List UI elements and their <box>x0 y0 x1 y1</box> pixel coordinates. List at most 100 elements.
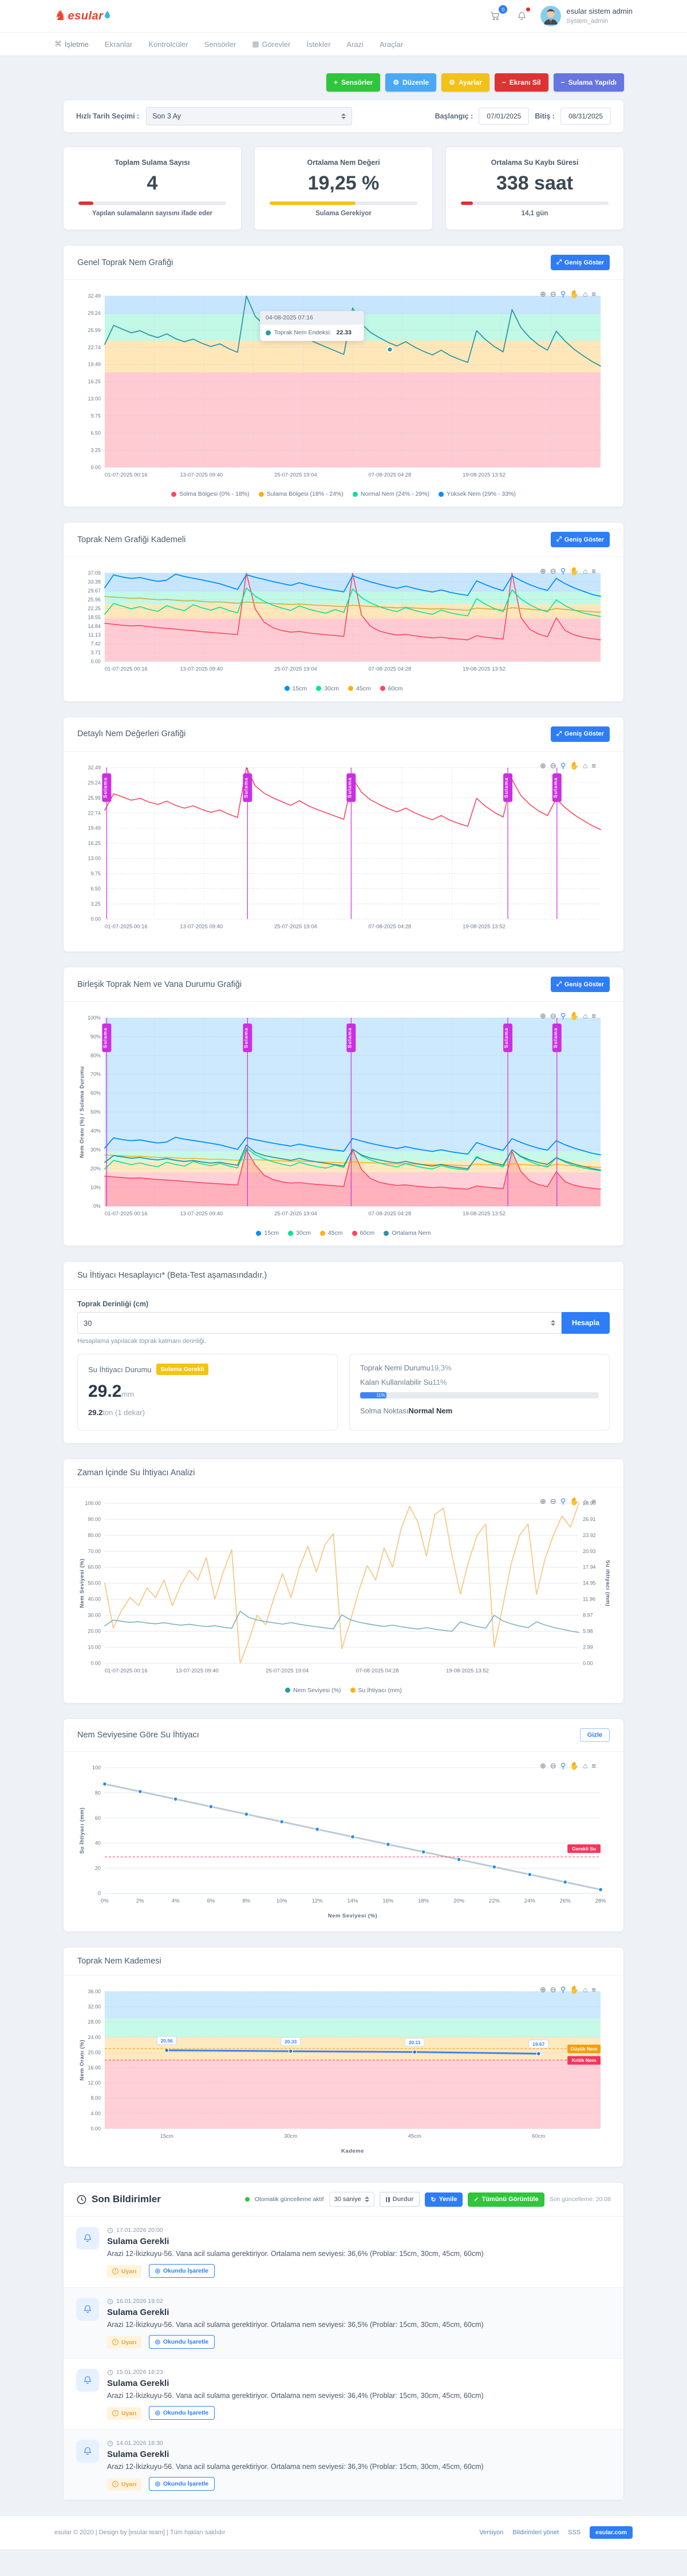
depth-input[interactable]: 30 <box>77 1312 562 1334</box>
legend-item[interactable]: 45cm <box>348 685 371 692</box>
zoom-out-icon[interactable]: ⊖ <box>550 762 556 769</box>
expand-chart-button[interactable]: ⤢Geniş Göster <box>551 726 610 742</box>
combined-valve-chart[interactable]: 100%90%80%70%60%50%40%30%20%10%0%01-07-2… <box>77 1010 610 1224</box>
cart-button[interactable]: 0 <box>488 9 503 23</box>
zoom-in-icon[interactable]: ⊕ <box>540 290 546 298</box>
nav-item-sensorler[interactable]: Sensörler <box>204 40 236 49</box>
legend-item[interactable]: 30cm <box>288 1230 311 1236</box>
menu-icon[interactable]: ≡ <box>591 1012 596 1020</box>
update-interval-select[interactable]: 30 saniye <box>329 2192 374 2207</box>
zoom-out-icon[interactable]: ⊖ <box>550 1986 556 1993</box>
legend-item[interactable]: Ortalama Nem <box>384 1230 431 1236</box>
legend-item[interactable]: 45cm <box>320 1230 343 1236</box>
pan-icon[interactable]: ✋ <box>570 1986 579 1993</box>
legend-item[interactable]: 15cm <box>285 685 307 692</box>
home-icon[interactable]: ⌂ <box>583 1986 588 1993</box>
menu-icon[interactable]: ≡ <box>591 290 596 298</box>
nav-item-isletme[interactable]: ⌘İşletme <box>54 39 89 49</box>
legend-item[interactable]: Yüksek Nem (29% - 33%) <box>439 491 516 497</box>
edit-button[interactable]: ⚙Düzenle <box>385 73 436 92</box>
zoom-in-icon[interactable]: ⊕ <box>540 1012 546 1020</box>
zoom-out-icon[interactable]: ⊖ <box>550 1498 556 1505</box>
menu-icon[interactable]: ≡ <box>591 1986 596 1993</box>
staged-moisture-chart[interactable]: 37.0933.3829.6725.9622.2518.5514.8411.13… <box>77 565 610 679</box>
pause-updates-button[interactable]: Durdur <box>380 2192 420 2207</box>
legend-item[interactable]: Sulama Bölgesi (18% - 24%) <box>259 491 344 497</box>
pan-icon[interactable]: ✋ <box>570 1498 579 1505</box>
chart-canvas[interactable]: 32.4929.2425.9922.7419.4916.2513.009.756… <box>77 760 610 934</box>
nav-item-arazi[interactable]: Arazi <box>346 40 364 49</box>
menu-icon[interactable]: ≡ <box>591 1762 596 1769</box>
nav-item-kontrolculer[interactable]: Kontrolcüler <box>148 40 188 49</box>
selection-zoom-icon[interactable]: ⚲ <box>560 290 566 298</box>
legend-item[interactable]: 15cm <box>256 1230 279 1236</box>
pan-icon[interactable]: ✋ <box>570 290 579 298</box>
selection-zoom-icon[interactable]: ⚲ <box>560 567 566 575</box>
settings-button[interactable]: ⚙Ayarlar <box>441 73 489 92</box>
chart-canvas[interactable]: 37.0933.3829.6725.9622.2518.5514.8411.13… <box>77 565 610 677</box>
menu-icon[interactable]: ≡ <box>591 762 596 769</box>
view-all-button[interactable]: ✓Tümünü Görüntüle <box>468 2192 544 2207</box>
nav-item-araclar[interactable]: Araçlar <box>380 40 403 49</box>
nav-item-gorevler[interactable]: ▦Görevler <box>252 39 290 49</box>
site-link-button[interactable]: esular.com <box>590 2526 633 2539</box>
legend-item[interactable]: Nem Seviyesi (%) <box>285 1687 341 1694</box>
home-icon[interactable]: ⌂ <box>583 1012 588 1020</box>
expand-chart-button[interactable]: ⤢Geniş Göster <box>551 255 610 270</box>
home-icon[interactable]: ⌂ <box>583 290 588 298</box>
irrigation-done-button[interactable]: −Sulama Yapıldı <box>554 73 625 92</box>
zoom-out-icon[interactable]: ⊖ <box>550 290 556 298</box>
nav-item-ekranlar[interactable]: Ekranlar <box>105 40 132 49</box>
home-icon[interactable]: ⌂ <box>583 1762 588 1769</box>
user-menu[interactable]: esular sistem admin System_admin <box>540 6 633 26</box>
zoom-out-icon[interactable]: ⊖ <box>550 1762 556 1769</box>
legend-item[interactable]: Solma Bölgesi (0% - 18%) <box>171 491 250 497</box>
mark-read-button[interactable]: ◎Okundu İşaretle <box>149 2406 215 2420</box>
zoom-in-icon[interactable]: ⊕ <box>540 567 546 575</box>
nav-item-istekler[interactable]: İstekler <box>307 40 331 49</box>
expand-chart-button[interactable]: ⤢Geniş Göster <box>551 532 610 547</box>
mark-read-button[interactable]: ◎Okundu İşaretle <box>149 2335 215 2349</box>
delete-screen-button[interactable]: −Ekranı Sil <box>495 73 548 92</box>
chart-canvas[interactable]: 100%90%80%70%60%50%40%30%20%10%0%01-07-2… <box>77 1010 610 1221</box>
pan-icon[interactable]: ✋ <box>570 1762 579 1769</box>
footer-link-faq[interactable]: SSS <box>568 2529 581 2536</box>
pan-icon[interactable]: ✋ <box>570 1012 579 1020</box>
expand-chart-button[interactable]: ⤢Geniş Göster <box>551 977 610 992</box>
zoom-in-icon[interactable]: ⊕ <box>540 1762 546 1769</box>
need-by-moisture-chart[interactable]: 1008060402000%2%4%6%8%10%12%14%16%18%20%… <box>77 1760 610 1922</box>
home-icon[interactable]: ⌂ <box>583 1498 588 1505</box>
chart-canvas[interactable]: 1008060402000%2%4%6%8%10%12%14%16%18%20%… <box>77 1760 610 1919</box>
menu-icon[interactable]: ≡ <box>591 1498 596 1505</box>
selection-zoom-icon[interactable]: ⚲ <box>560 1762 566 1769</box>
calculate-button[interactable]: Hesapla <box>562 1312 610 1334</box>
selection-zoom-icon[interactable]: ⚲ <box>560 1498 566 1505</box>
pan-icon[interactable]: ✋ <box>570 567 579 575</box>
water-need-time-chart[interactable]: 100.0029.9090.0026.9180.0023.9270.0020.9… <box>77 1495 610 1681</box>
add-sensors-button[interactable]: +Sensörler <box>326 73 380 92</box>
selection-zoom-icon[interactable]: ⚲ <box>560 1012 566 1020</box>
zoom-in-icon[interactable]: ⊕ <box>540 1986 546 1993</box>
detailed-moisture-chart[interactable]: 32.4929.2425.9922.7419.4916.2513.009.756… <box>77 760 610 937</box>
end-date-input[interactable]: 08/31/2025 <box>560 108 611 125</box>
quick-date-select[interactable]: Son 3 Ay <box>146 107 352 125</box>
legend-item[interactable]: 60cm <box>352 1230 375 1236</box>
legend-item[interactable]: 60cm <box>380 685 403 692</box>
mark-read-button[interactable]: ◎Okundu İşaretle <box>149 2264 215 2278</box>
zoom-in-icon[interactable]: ⊕ <box>540 762 546 769</box>
footer-link-notifications[interactable]: Bildirimleri yönet <box>512 2529 559 2536</box>
zoom-in-icon[interactable]: ⊕ <box>540 1498 546 1505</box>
footer-link-version[interactable]: Versiyon <box>479 2529 503 2536</box>
legend-item[interactable]: Normal Nem (24% - 29%) <box>353 491 429 497</box>
pan-icon[interactable]: ✋ <box>570 762 579 769</box>
selection-zoom-icon[interactable]: ⚲ <box>560 762 566 769</box>
chart-canvas[interactable]: 36.0032.0028.0024.0020.0016.0012.008.004… <box>77 1984 610 2155</box>
refresh-button[interactable]: ↻Yenile <box>425 2192 463 2207</box>
logo[interactable]: ♞ esular <box>54 9 110 23</box>
legend-item[interactable]: Su İhtiyacı (mm) <box>350 1687 402 1694</box>
notifications-button[interactable] <box>514 9 529 23</box>
selection-zoom-icon[interactable]: ⚲ <box>560 1986 566 1993</box>
mark-read-button[interactable]: ◎Okundu İşaretle <box>149 2477 215 2491</box>
home-icon[interactable]: ⌂ <box>583 762 588 769</box>
zoom-out-icon[interactable]: ⊖ <box>550 567 556 575</box>
